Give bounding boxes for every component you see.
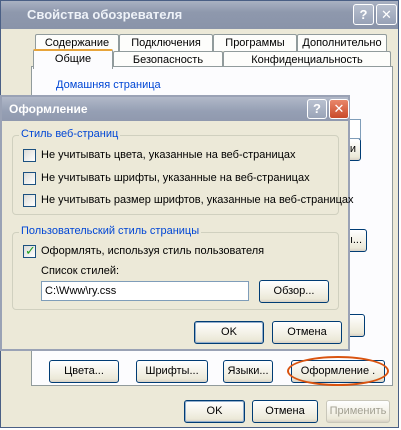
inner-cancel-button[interactable]: Отмена <box>272 321 342 344</box>
accessibility-button[interactable]: Оформление . <box>291 360 385 383</box>
inner-ok-button[interactable]: OK <box>194 321 264 344</box>
ignore-colors-label: Не учитывать цвета, указанные на веб-стр… <box>41 149 296 161</box>
accessibility-dialog: Оформление ? ✕ Стиль веб-страниц Не учит… <box>0 95 354 351</box>
outer-title-text: Свойства обозревателя <box>27 7 183 22</box>
user-style-group: Пользовательский стиль страницы ✓ Оформл… <box>12 225 339 310</box>
languages-button[interactable]: Языки... <box>223 360 273 383</box>
inner-title-bar[interactable]: Оформление ? ✕ <box>2 97 349 121</box>
ignore-colors-checkbox[interactable] <box>23 149 36 162</box>
outer-ok-button[interactable]: OK <box>184 400 245 423</box>
colors-button[interactable]: Цвета... <box>49 360 119 383</box>
tab-connections[interactable]: Подключения <box>119 34 213 51</box>
home-page-group-label: Домашняя страница <box>56 79 161 91</box>
tab-advanced[interactable]: Дополнительно <box>297 34 387 51</box>
ignore-fonts-checkbox[interactable] <box>23 172 36 185</box>
style-path-field[interactable]: C:\Www\ry.css <box>41 281 249 301</box>
use-style-checkbox[interactable]: ✓ <box>23 243 36 258</box>
use-style-label: Оформлять, используя стиль пользователя <box>41 245 265 257</box>
help-icon: ? <box>313 101 321 116</box>
inner-close-button[interactable]: ✕ <box>329 99 349 119</box>
user-style-group-legend: Пользовательский стиль страницы <box>19 225 202 237</box>
close-icon: ✕ <box>333 101 345 116</box>
ignore-font-sizes-checkbox[interactable] <box>23 194 36 207</box>
tab-general[interactable]: Общие <box>33 49 113 69</box>
outer-title-bar[interactable]: Свойства обозревателя ? ✕ <box>1 1 398 29</box>
formatting-group: Стиль веб-страниц Не учитывать цвета, ук… <box>12 128 354 215</box>
close-icon: ✕ <box>381 7 392 22</box>
check-icon: ✓ <box>25 243 36 258</box>
tab-programs[interactable]: Программы <box>213 34 297 51</box>
outer-close-button[interactable]: ✕ <box>376 4 397 25</box>
outer-apply-button[interactable]: Применить <box>326 400 390 423</box>
formatting-group-legend: Стиль веб-страниц <box>19 128 121 140</box>
fonts-button[interactable]: Шрифты... <box>136 360 208 383</box>
inner-title-text: Оформление <box>9 102 88 116</box>
outer-cancel-button[interactable]: Отмена <box>252 400 318 423</box>
browse-button[interactable]: Обзор... <box>259 280 329 303</box>
outer-help-button[interactable]: ? <box>353 4 374 25</box>
help-icon: ? <box>359 7 368 22</box>
style-list-label: Список стилей: <box>41 265 120 277</box>
inner-help-button[interactable]: ? <box>307 99 327 119</box>
ignore-font-sizes-label: Не учитывать размер шрифтов, указанные н… <box>41 194 354 206</box>
ignore-fonts-label: Не учитывать шрифты, указанные на веб-ст… <box>41 172 310 184</box>
